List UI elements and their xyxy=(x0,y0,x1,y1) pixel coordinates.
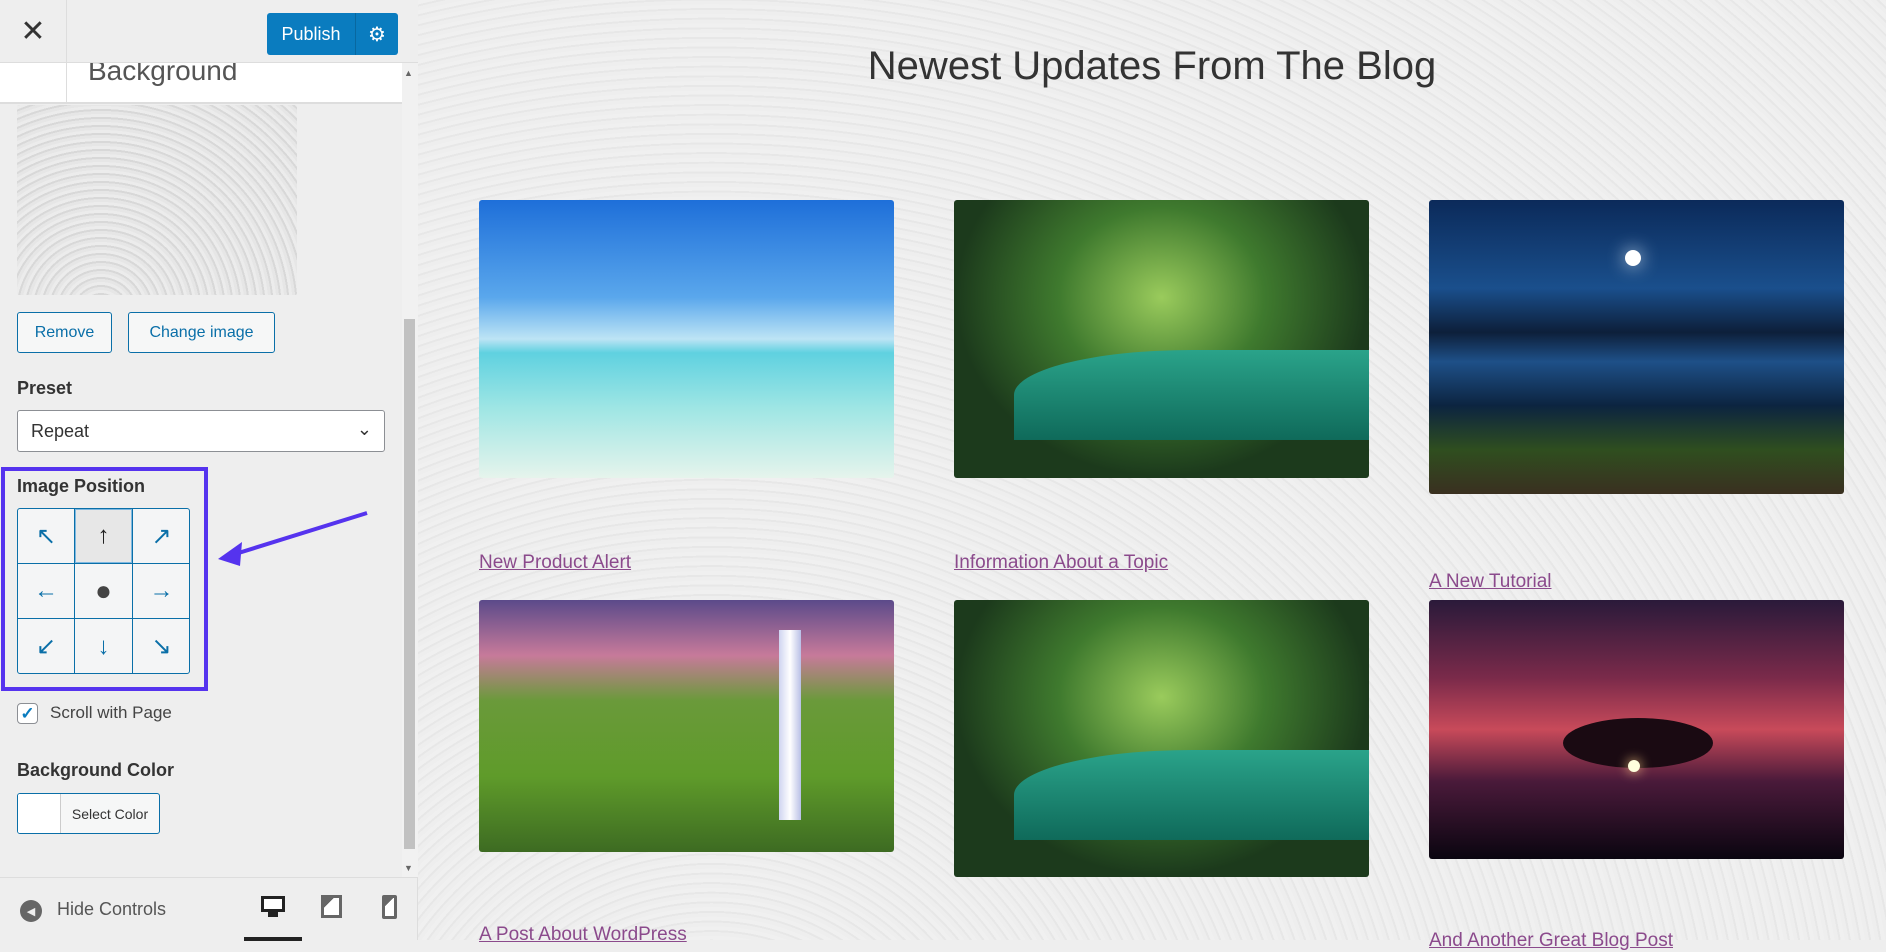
post-image-tree-sunset[interactable] xyxy=(1429,600,1844,859)
position-center[interactable]: ● xyxy=(75,564,133,619)
scroll-down-icon[interactable]: ▼ xyxy=(404,863,413,873)
post-link[interactable]: A New Tutorial xyxy=(1429,571,1552,593)
background-image-thumbnail xyxy=(17,105,297,295)
position-top-right[interactable]: ↗ xyxy=(133,509,189,564)
publish-button[interactable]: Publish ⚙ xyxy=(267,13,398,55)
customizer-footer: ◀ Hide Controls xyxy=(0,877,418,941)
post-link[interactable]: New Product Alert xyxy=(479,552,631,574)
active-device-indicator xyxy=(244,937,302,941)
preset-label: Preset xyxy=(17,378,73,398)
post-image-forest-river[interactable] xyxy=(954,600,1369,877)
scroll-with-page-checkbox[interactable]: ✓ xyxy=(17,703,38,724)
color-swatch xyxy=(18,794,61,833)
post-image-waterfall[interactable] xyxy=(479,600,894,852)
image-position-grid: ↖ ↑ ↗ ← ● → ↙ ↓ ↘ xyxy=(17,508,190,674)
customizer-header: ✕ Publish ⚙ xyxy=(0,0,418,63)
post-image-forest-river[interactable] xyxy=(954,200,1369,478)
scroll-up-icon[interactable]: ▲ xyxy=(404,68,413,78)
preset-select[interactable]: Repeat ⌄ xyxy=(17,410,385,452)
close-icon[interactable]: ✕ xyxy=(0,0,67,63)
position-center-left[interactable]: ← xyxy=(18,564,75,619)
hide-controls-button[interactable]: Hide Controls xyxy=(57,899,166,920)
post-link[interactable]: A Post About WordPress xyxy=(479,924,687,946)
gear-icon[interactable]: ⚙ xyxy=(356,13,398,55)
position-bottom-center[interactable]: ↓ xyxy=(75,619,133,673)
position-bottom-right[interactable]: ↘ xyxy=(133,619,189,673)
position-top-center[interactable]: ↑ xyxy=(75,509,133,564)
post-link[interactable]: Information About a Topic xyxy=(954,552,1168,574)
preset-value: Repeat xyxy=(31,420,90,441)
select-color-label: Select Color xyxy=(71,805,149,822)
position-center-right[interactable]: → xyxy=(133,564,189,619)
desktop-preview-icon[interactable] xyxy=(261,896,285,918)
position-top-left[interactable]: ↖ xyxy=(18,509,75,564)
scroll-with-page-label[interactable]: Scroll with Page xyxy=(50,703,172,723)
publish-label[interactable]: Publish xyxy=(267,13,356,55)
annotation-arrow-icon xyxy=(218,511,368,566)
section-title: Background xyxy=(88,63,238,86)
remove-button[interactable]: Remove xyxy=(17,312,112,353)
blog-heading: Newest Updates From The Blog xyxy=(867,44,1437,88)
scrollbar-thumb[interactable] xyxy=(404,319,415,849)
chevron-down-icon: ⌄ xyxy=(356,419,372,439)
post-link[interactable]: And Another Great Blog Post xyxy=(1429,930,1673,952)
change-image-button[interactable]: Change image xyxy=(128,312,275,353)
tablet-preview-icon[interactable] xyxy=(321,895,342,918)
position-bottom-left[interactable]: ↙ xyxy=(18,619,75,673)
section-header: Background xyxy=(0,63,402,104)
post-image-beach[interactable] xyxy=(479,200,894,478)
select-color-button[interactable]: Select Color xyxy=(17,793,160,834)
hide-controls-icon[interactable]: ◀ xyxy=(20,900,42,922)
back-button[interactable] xyxy=(0,63,67,102)
mobile-preview-icon[interactable] xyxy=(382,895,397,919)
background-color-label: Background Color xyxy=(17,760,175,780)
customizer-sidebar: ✕ Publish ⚙ Background ▲ ▼ Remove Change… xyxy=(0,0,418,941)
image-position-label: Image Position xyxy=(17,476,146,496)
post-image-lake-pier[interactable] xyxy=(1429,200,1844,494)
